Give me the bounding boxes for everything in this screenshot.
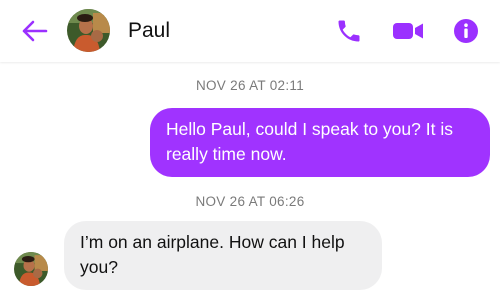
phone-call-button[interactable] xyxy=(334,17,364,45)
phone-icon xyxy=(338,20,360,42)
contact-avatar[interactable] xyxy=(67,9,110,52)
conversation-header: Paul xyxy=(0,0,500,62)
info-icon xyxy=(454,19,478,43)
video-call-button[interactable] xyxy=(391,17,425,45)
message-timestamp: NOV 26 AT 06:26 xyxy=(195,194,305,209)
chat-screen: Paul NOV 26 AT 02:11 Hello Paul, could I… xyxy=(0,0,500,295)
avatar-photo xyxy=(14,252,48,286)
message-timestamp: NOV 26 AT 02:11 xyxy=(195,78,305,93)
sender-avatar[interactable] xyxy=(14,252,48,286)
info-button[interactable] xyxy=(451,17,481,45)
contact-name[interactable]: Paul xyxy=(128,18,170,44)
video-camera-icon xyxy=(393,23,423,39)
incoming-message-bubble[interactable]: I’m on an airplane. How can I help you? xyxy=(64,221,382,290)
outgoing-message-bubble[interactable]: Hello Paul, could I speak to you? It is … xyxy=(150,108,490,177)
back-arrow-icon xyxy=(22,20,48,42)
avatar-photo xyxy=(67,9,110,52)
back-button[interactable] xyxy=(20,18,50,44)
